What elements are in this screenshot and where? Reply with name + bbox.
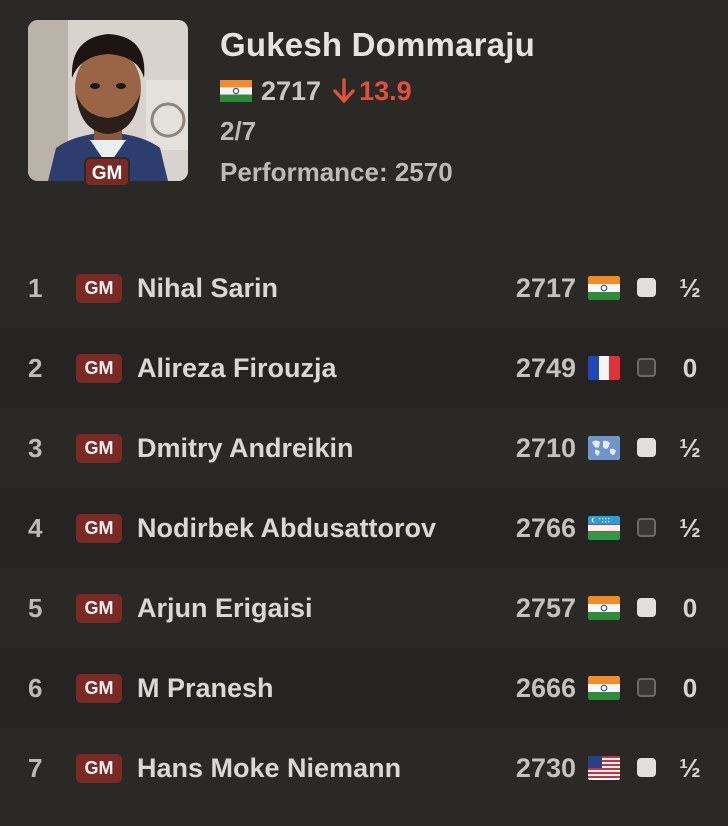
opponent-title-badge: GM (76, 514, 122, 543)
india-flag-icon (588, 276, 620, 300)
opponent-rating: 2717 (515, 273, 576, 303)
opponent-rank: 6 (28, 673, 43, 703)
opponent-name[interactable]: Dmitry Andreikin (137, 408, 354, 488)
player-header: GM Gukesh Dommaraju 2717 13.9 2/7 Perfor… (0, 0, 728, 248)
white-piece-icon (637, 758, 656, 777)
game-result[interactable]: ½ (676, 728, 704, 808)
player-score: 2/7 (220, 116, 257, 146)
opponent-title-badge: GM (76, 594, 122, 623)
opponent-title-badge: GM (76, 674, 122, 703)
player-title-badge: GM (84, 157, 130, 187)
player-performance: Performance: 2570 (220, 157, 453, 187)
opponent-name[interactable]: Arjun Erigaisi (137, 568, 313, 648)
player-rating: 2717 (261, 75, 322, 106)
opponent-name[interactable]: Hans Moke Niemann (137, 728, 401, 808)
rating-change: 13.9 (333, 76, 412, 107)
opponent-rank: 5 (28, 593, 43, 623)
opponent-rank: 3 (28, 433, 43, 463)
game-result[interactable]: ½ (676, 408, 704, 488)
opponent-title-badge: GM (76, 754, 122, 783)
black-piece-icon (637, 518, 656, 537)
opponent-rank: 2 (28, 353, 43, 383)
opponent-rank: 7 (28, 753, 43, 783)
black-piece-icon (637, 358, 656, 377)
india-flag-icon (588, 676, 620, 700)
opponent-rating: 2766 (515, 513, 576, 543)
opponent-rank: 4 (28, 513, 43, 543)
france-flag-icon (588, 356, 620, 380)
uzbekistan-flag-icon (588, 516, 620, 540)
opponent-name[interactable]: Nodirbek Abdusattorov (137, 488, 436, 568)
game-result[interactable]: ½ (676, 248, 704, 328)
opponent-row[interactable]: 3 GM Dmitry Andreikin 2710 ½ (0, 408, 728, 488)
opponent-row[interactable]: 7 GM Hans Moke Niemann 2730 ½ (0, 728, 728, 808)
opponent-title-badge: GM (76, 274, 122, 303)
white-piece-icon (637, 598, 656, 617)
opponent-rating: 2757 (515, 593, 576, 623)
opponent-rating: 2666 (515, 673, 576, 703)
india-flag-icon (220, 80, 252, 102)
opponent-rating: 2730 (515, 753, 576, 783)
usa-flag-icon (588, 756, 620, 780)
opponent-row[interactable]: 2 GM Alireza Firouzja 2749 0 (0, 328, 728, 408)
world-flag-icon (588, 436, 620, 460)
player-name[interactable]: Gukesh Dommaraju (220, 26, 535, 64)
opponent-name[interactable]: M Pranesh (137, 648, 274, 728)
opponent-rating: 2749 (515, 353, 576, 383)
game-result[interactable]: 0 (676, 648, 704, 728)
opponent-name[interactable]: Alireza Firouzja (137, 328, 337, 408)
black-piece-icon (637, 678, 656, 697)
game-result[interactable]: 0 (676, 568, 704, 648)
opponent-title-badge: GM (76, 434, 122, 463)
white-piece-icon (637, 438, 656, 457)
india-flag-icon (588, 596, 620, 620)
opponent-row[interactable]: 1 GM Nihal Sarin 2717 ½ (0, 248, 728, 328)
opponents-list: 1 GM Nihal Sarin 2717 ½ 2 GM Alireza Firouzja 27… (0, 248, 728, 808)
opponent-row[interactable]: 6 GM M Pranesh 2666 0 (0, 648, 728, 728)
opponent-row[interactable]: 5 GM Arjun Erigaisi 2757 0 (0, 568, 728, 648)
game-result[interactable]: ½ (676, 488, 704, 568)
opponent-rank: 1 (28, 273, 43, 303)
opponent-row[interactable]: 4 GM Nodirbek Abdusattorov 2766 ½ (0, 488, 728, 568)
opponent-name[interactable]: Nihal Sarin (137, 248, 278, 328)
game-result[interactable]: 0 (676, 328, 704, 408)
white-piece-icon (637, 278, 656, 297)
player-rating-line: 2717 13.9 (220, 76, 412, 106)
opponent-title-badge: GM (76, 354, 122, 383)
rating-change-value: 13.9 (359, 75, 412, 106)
opponent-rating: 2710 (515, 433, 576, 463)
arrow-down-icon (333, 78, 355, 103)
